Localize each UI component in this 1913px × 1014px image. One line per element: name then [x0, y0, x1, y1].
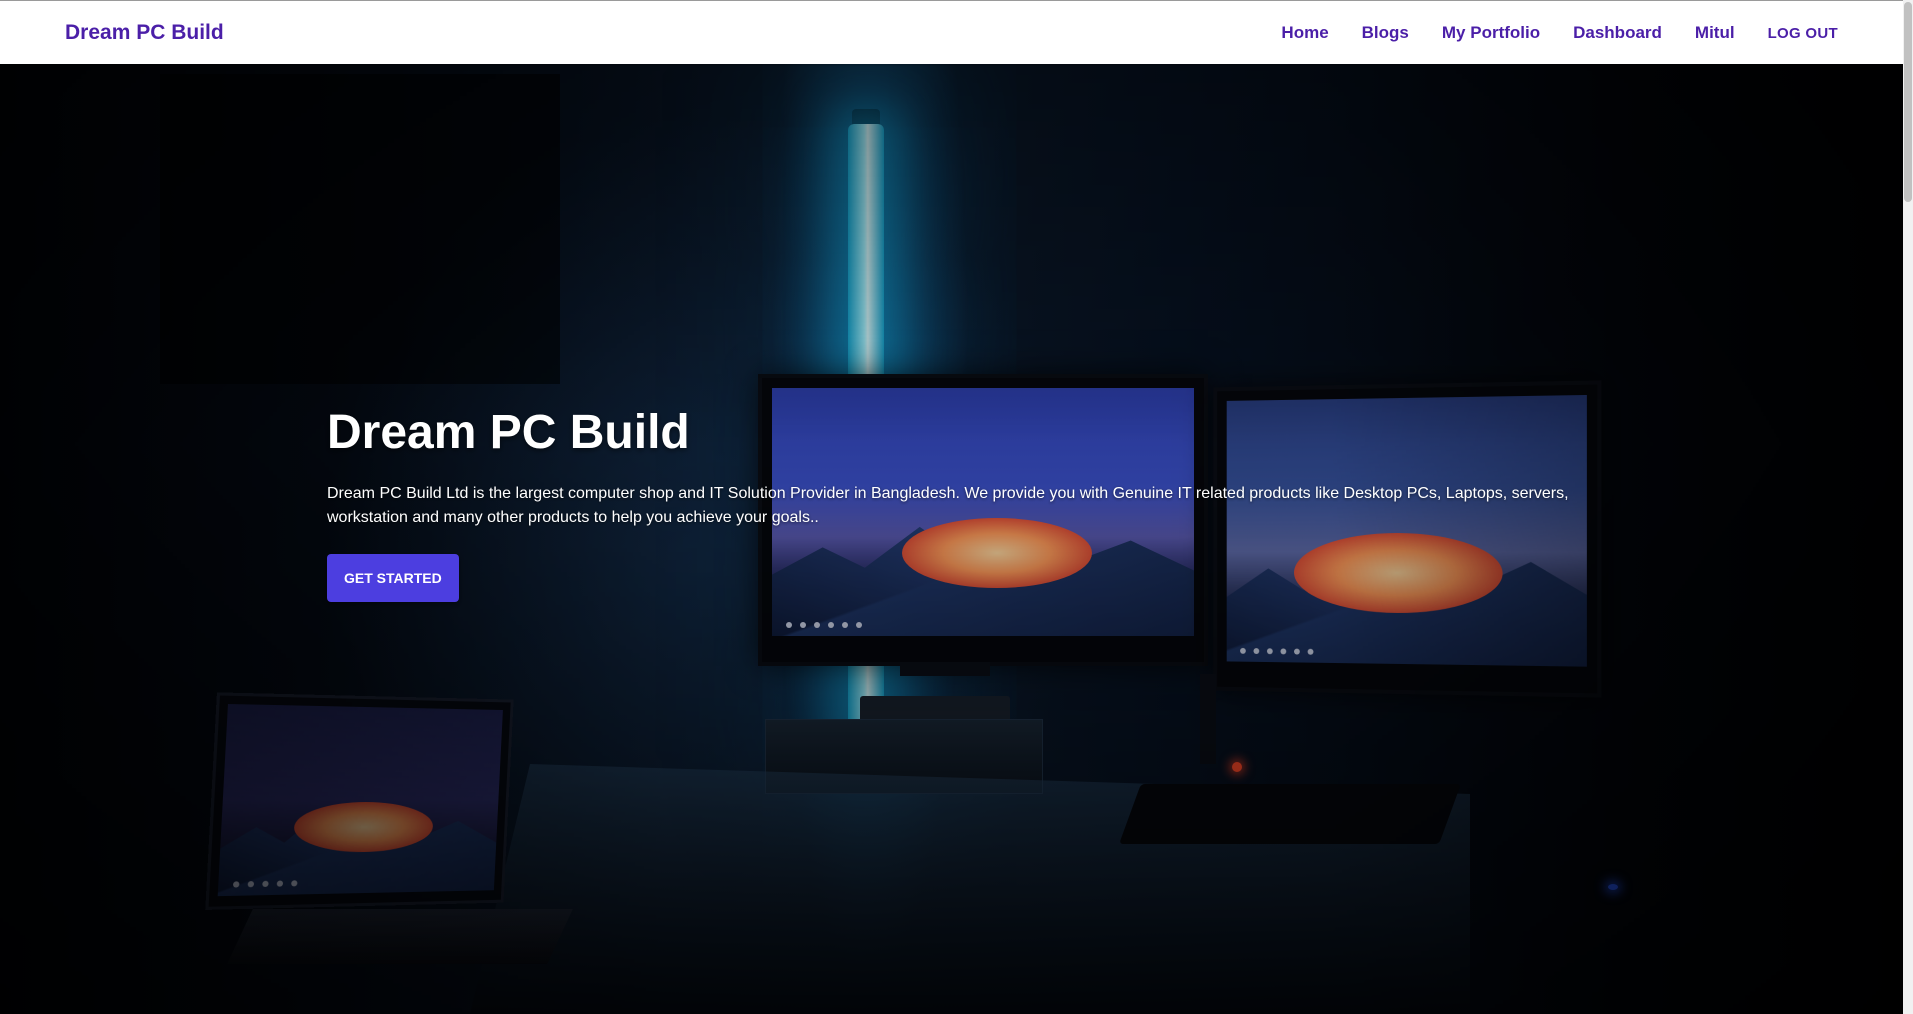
- nav-link-user-profile[interactable]: Mitul: [1695, 1, 1735, 65]
- nav-link-home[interactable]: Home: [1281, 1, 1328, 65]
- hero-title: Dream PC Build: [327, 406, 690, 459]
- hero-description: Dream PC Build Ltd is the largest comput…: [327, 484, 1569, 526]
- brand-logo-link[interactable]: Dream PC Build: [65, 21, 224, 45]
- get-started-button[interactable]: GET STARTED: [327, 553, 459, 602]
- scrollbar-thumb[interactable]: [1904, 2, 1912, 202]
- nav-link-portfolio[interactable]: My Portfolio: [1442, 1, 1540, 65]
- nav-link-dashboard[interactable]: Dashboard: [1573, 1, 1662, 65]
- logout-button[interactable]: LOG OUT: [1768, 25, 1838, 42]
- page-scrollbar[interactable]: [1903, 0, 1913, 1014]
- hero-content: Dream PC Build Dream PC Build Ltd is the…: [327, 404, 1587, 602]
- nav-links: Home Blogs My Portfolio Dashboard Mitul …: [1248, 1, 1838, 65]
- nav-link-blogs[interactable]: Blogs: [1362, 1, 1409, 65]
- navbar: Dream PC Build Home Blogs My Portfolio D…: [0, 0, 1903, 64]
